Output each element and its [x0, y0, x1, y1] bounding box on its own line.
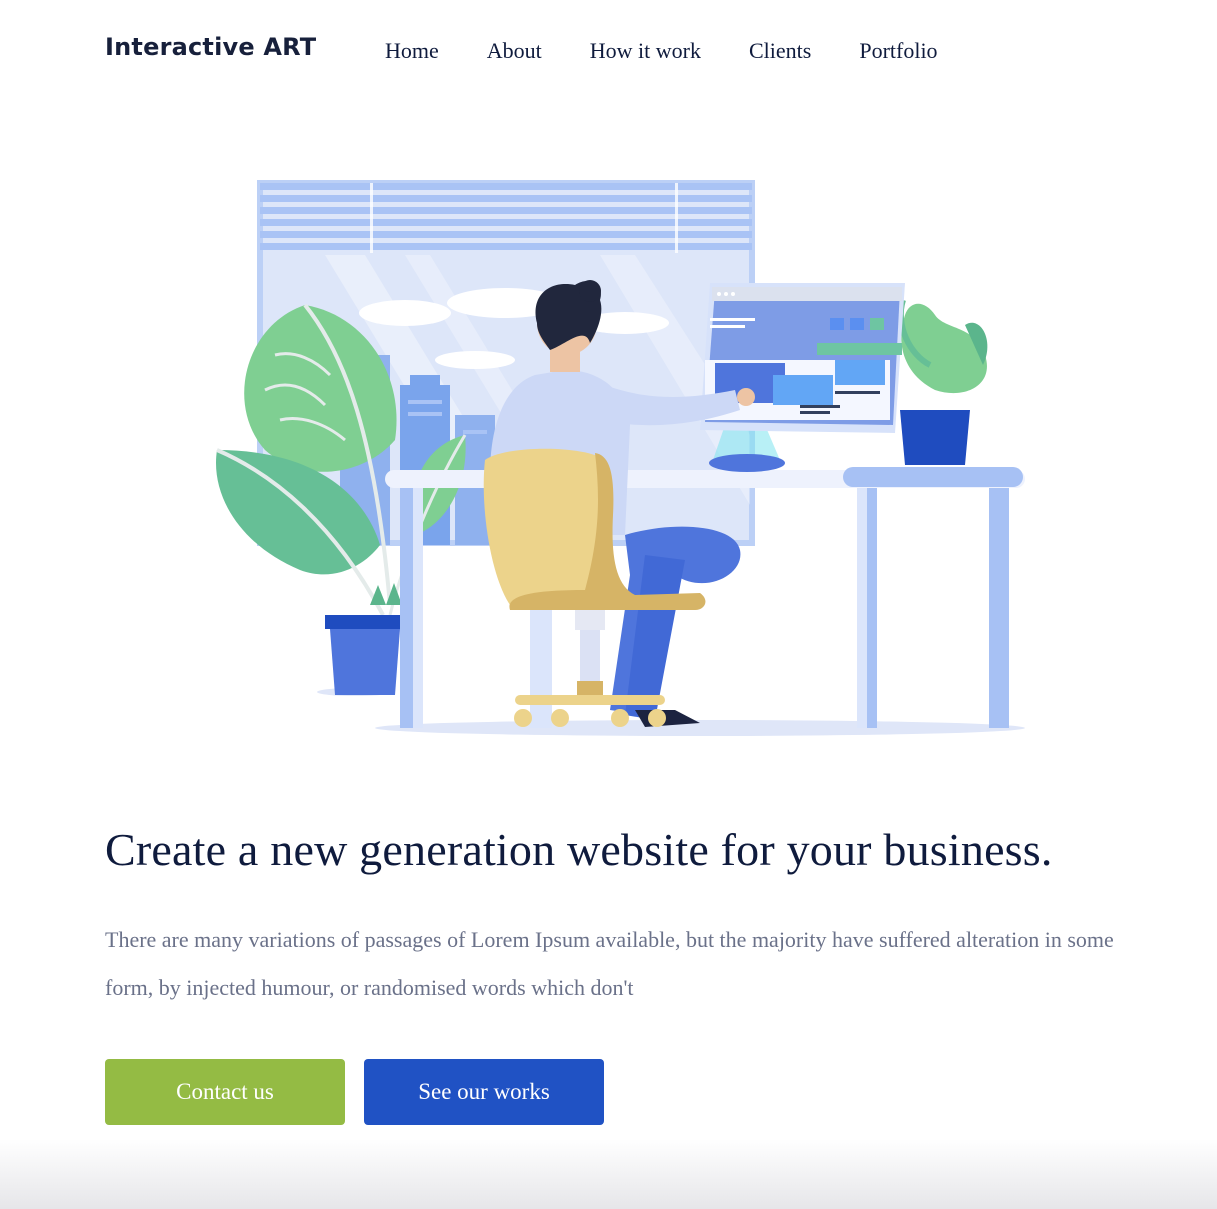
- contact-us-button[interactable]: Contact us: [105, 1059, 345, 1125]
- nav-item-portfolio: Portfolio: [859, 38, 937, 64]
- nav-link-about[interactable]: About: [487, 38, 542, 63]
- site-logo[interactable]: Interactive ART: [105, 33, 316, 61]
- nav-item-how-it-work: How it work: [590, 38, 701, 64]
- hero-description: There are many variations of passages of…: [105, 927, 1114, 1000]
- hero-title: Create a new generation website for your…: [105, 824, 1053, 875]
- nav-link-portfolio[interactable]: Portfolio: [859, 38, 937, 63]
- nav-link-home[interactable]: Home: [385, 38, 439, 63]
- nav-link-clients[interactable]: Clients: [749, 38, 811, 63]
- see-our-works-button[interactable]: See our works: [364, 1059, 604, 1125]
- site-header: Interactive ART Home About How it work C…: [0, 0, 1217, 105]
- plant-right: [897, 299, 988, 465]
- floor-shadow: [375, 720, 1025, 736]
- nav-item-home: Home: [385, 38, 439, 64]
- hero-illustration: [216, 180, 1025, 736]
- nav-list: Home About How it work Clients Portfolio: [385, 38, 938, 64]
- bottom-shadow: [0, 1139, 1217, 1209]
- nav-item-about: About: [487, 38, 542, 64]
- page: Interactive ART Home About How it work C…: [0, 0, 1217, 1209]
- nav-item-clients: Clients: [749, 38, 811, 64]
- nav-link-how-it-work[interactable]: How it work: [590, 38, 701, 63]
- monitor: [700, 283, 905, 472]
